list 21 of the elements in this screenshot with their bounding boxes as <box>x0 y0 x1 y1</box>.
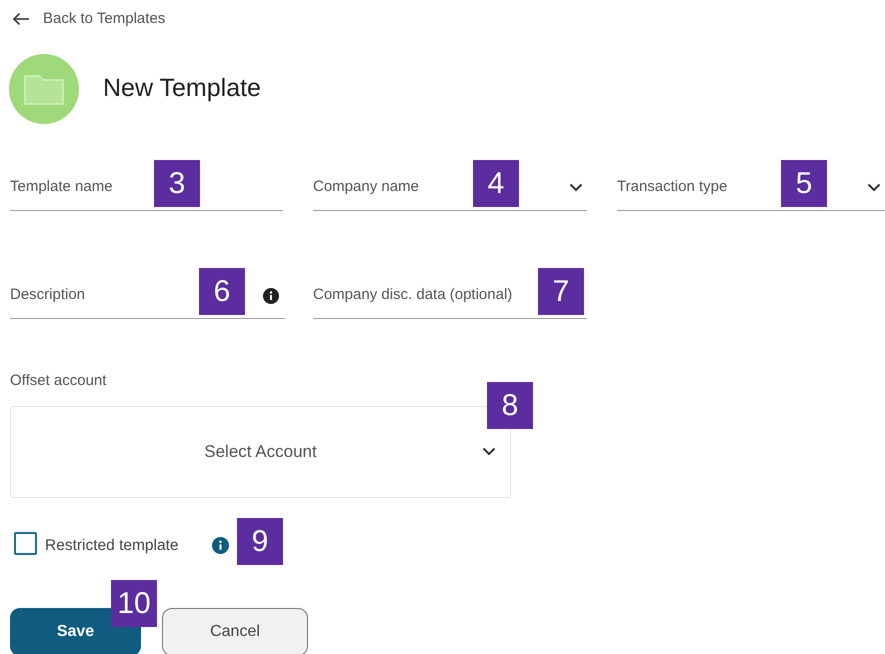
checkbox-label: Restricted template <box>45 536 179 556</box>
chevron-down-icon <box>867 183 881 192</box>
page-title: New Template <box>103 73 261 104</box>
back-link[interactable]: Back to Templates <box>12 8 166 30</box>
chevron-down-icon <box>569 183 583 192</box>
chevron-down-icon <box>482 447 496 456</box>
callout-badge: 5 <box>781 160 827 207</box>
callout-badge: 9 <box>237 518 283 565</box>
callout-badge: 3 <box>154 160 200 207</box>
callout-badge: 7 <box>538 268 584 315</box>
callout-badge: 10 <box>111 580 157 627</box>
callout-badge: 4 <box>473 160 519 207</box>
checkbox[interactable] <box>14 532 37 555</box>
info-icon[interactable] <box>212 537 229 554</box>
cancel-button[interactable]: Cancel <box>162 608 308 654</box>
callout-badge: 8 <box>487 382 533 429</box>
info-icon <box>263 288 279 304</box>
field-label: Offset account <box>10 371 106 391</box>
callout-badge: 6 <box>199 268 245 315</box>
arrow-left-icon <box>12 12 30 26</box>
folder-icon <box>9 54 79 124</box>
